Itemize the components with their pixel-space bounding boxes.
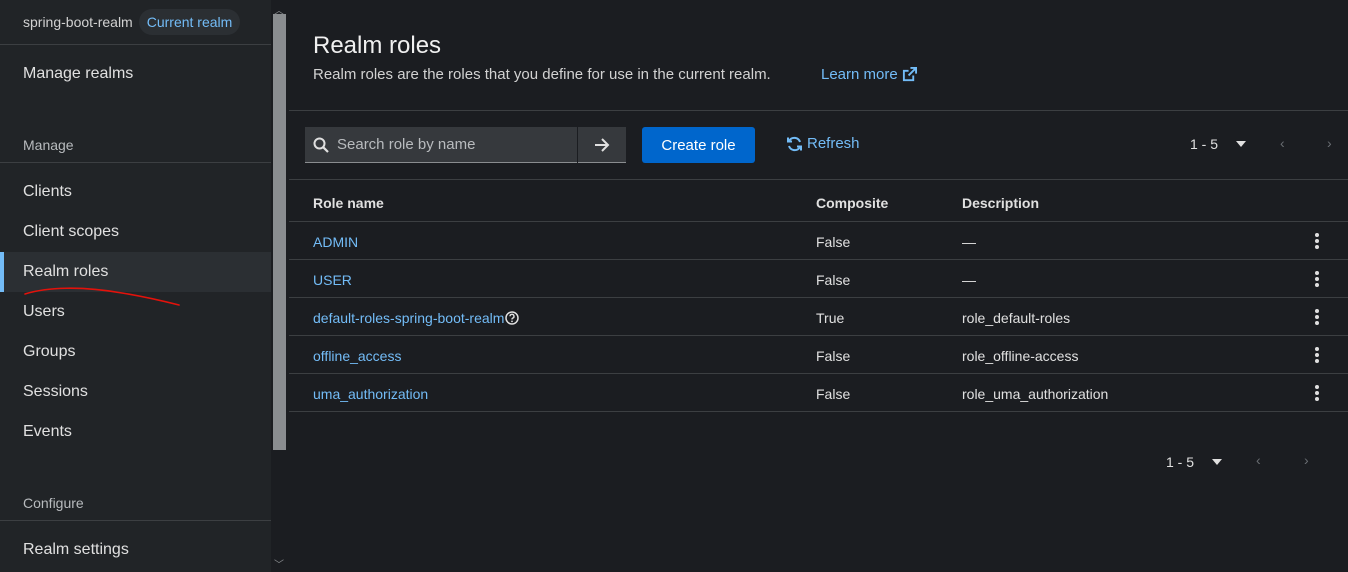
table-row: uma_authorization False role_uma_authori… <box>289 374 1348 412</box>
main-content: Realm roles Realm roles are the roles th… <box>289 0 1348 572</box>
column-header: Description <box>962 195 1040 211</box>
create-role-button[interactable]: Create role <box>642 127 755 163</box>
kebab-menu-icon[interactable] <box>1313 384 1321 402</box>
realm-name: spring-boot-realm <box>23 14 133 30</box>
role-name-link[interactable]: ADMIN <box>313 234 358 250</box>
search-icon <box>313 137 329 153</box>
caret-down-icon <box>1236 141 1247 147</box>
section-manage: Manage <box>23 137 74 153</box>
role-name-link[interactable]: USER <box>313 272 352 288</box>
current-realm-badge: Current realm <box>138 9 241 35</box>
description-cell: role_uma_authorization <box>962 386 1109 402</box>
learn-more-label: Learn more <box>821 66 898 83</box>
bottom-pagination-toggle[interactable]: 1 - 5 <box>1166 454 1223 470</box>
sidebar-item-groups[interactable]: Groups <box>0 332 271 372</box>
composite-cell: False <box>816 348 851 364</box>
description-cell: — <box>962 234 976 250</box>
page-title: Realm roles <box>313 32 442 59</box>
section-divider <box>0 520 271 521</box>
realm-selector[interactable]: spring-boot-realm Current realm <box>0 0 271 45</box>
sidebar-item-label: Realm roles <box>23 263 109 280</box>
kebab-menu-icon[interactable] <box>1313 232 1321 250</box>
sidebar-item-client-scopes[interactable]: Client scopes <box>0 212 271 252</box>
pagination-range: 1 - 5 <box>1166 454 1195 470</box>
role-name-link[interactable]: uma_authorization <box>313 386 428 402</box>
nav-manage-realms[interactable]: Manage realms <box>0 54 271 94</box>
kebab-menu-icon[interactable] <box>1313 308 1321 326</box>
description-cell: role_default-roles <box>962 310 1071 326</box>
external-link-icon <box>902 67 917 82</box>
prev-page-icon[interactable]: ‹ <box>1280 135 1285 151</box>
sidebar-item-label: Events <box>23 423 72 440</box>
caret-down-icon <box>1212 459 1223 465</box>
description-cell: role_offline-access <box>962 348 1079 364</box>
composite-cell: False <box>816 272 851 288</box>
sidebar-item-label: Groups <box>23 343 76 360</box>
section-configure: Configure <box>23 495 84 511</box>
table-row: offline_access False role_offline-access <box>289 336 1348 374</box>
table-row: ADMIN False — <box>289 222 1348 260</box>
next-page-icon[interactable]: › <box>1304 452 1309 468</box>
section-divider <box>0 162 271 163</box>
column-header[interactable]: Role name <box>313 195 384 211</box>
sidebar-item-label: Clients <box>23 183 72 200</box>
table-header: Role name Composite Description <box>289 180 1348 222</box>
composite-cell: False <box>816 234 851 250</box>
sidebar-scrollbar[interactable]: ︿ ﹀ <box>271 0 288 572</box>
kebab-menu-icon[interactable] <box>1313 270 1321 288</box>
next-page-icon[interactable]: › <box>1327 135 1332 151</box>
sidebar: spring-boot-realm Current realm Manage r… <box>0 0 271 572</box>
table-row: USER False — <box>289 260 1348 298</box>
page-header: Realm roles Realm roles are the roles th… <box>289 0 1348 111</box>
sidebar-item-realm-settings[interactable]: Realm settings <box>0 530 271 570</box>
search-submit-button[interactable] <box>578 127 626 163</box>
learn-more-link[interactable]: Learn more <box>821 66 917 83</box>
description-cell: — <box>962 272 976 288</box>
table-row: default-roles-spring-boot-realm True rol… <box>289 298 1348 336</box>
sidebar-item-sessions[interactable]: Sessions <box>0 372 271 412</box>
composite-cell: True <box>816 310 845 326</box>
refresh-icon <box>787 136 802 151</box>
scroll-thumb[interactable] <box>273 14 286 450</box>
pagination-range: 1 - 5 <box>1190 136 1219 152</box>
search-box <box>305 127 577 163</box>
help-circle-icon[interactable] <box>505 311 520 325</box>
refresh-label: Refresh <box>807 135 860 152</box>
nav-manage-realms-label: Manage realms <box>23 65 134 82</box>
composite-cell: False <box>816 386 851 402</box>
arrow-right-icon <box>595 137 610 152</box>
role-name-link[interactable]: offline_access <box>313 348 401 364</box>
sidebar-item-label: Client scopes <box>23 223 120 240</box>
sidebar-item-label: Realm settings <box>23 541 129 558</box>
refresh-button[interactable]: Refresh <box>786 135 860 152</box>
search-input[interactable] <box>337 136 567 153</box>
toolbar: Create role Refresh 1 - 5 ‹ › <box>289 111 1348 180</box>
sidebar-item-clients[interactable]: Clients <box>0 172 271 212</box>
red-annotation-underline <box>24 287 180 306</box>
page-description: Realm roles are the roles that you defin… <box>313 66 771 83</box>
sidebar-item-label: Sessions <box>23 383 88 400</box>
sidebar-item-events[interactable]: Events <box>0 412 271 452</box>
scroll-down-icon[interactable]: ﹀ <box>274 556 284 571</box>
role-name-cell: default-roles-spring-boot-realm <box>313 310 520 326</box>
column-header: Composite <box>816 195 889 211</box>
role-name-link[interactable]: default-roles-spring-boot-realm <box>313 310 504 326</box>
pagination-toggle[interactable]: 1 - 5 <box>1190 136 1247 152</box>
prev-page-icon[interactable]: ‹ <box>1256 452 1261 468</box>
kebab-menu-icon[interactable] <box>1313 346 1321 364</box>
